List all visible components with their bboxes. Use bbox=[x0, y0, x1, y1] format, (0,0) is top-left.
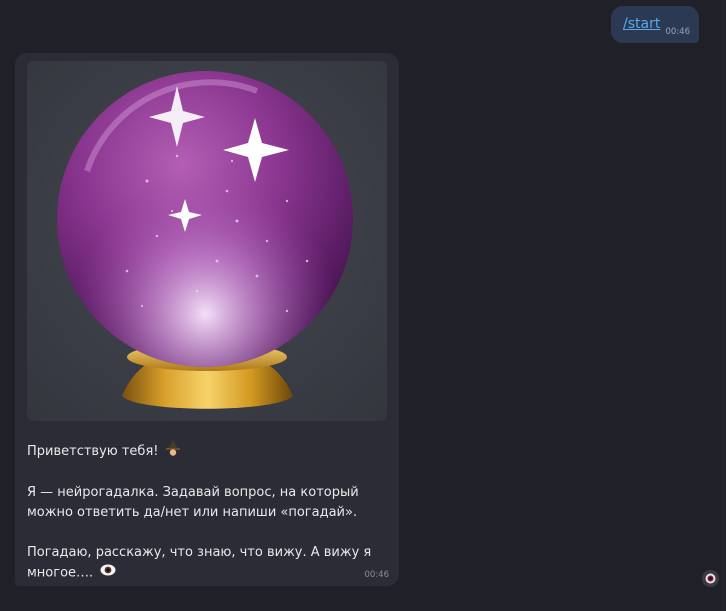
intro-line-1: Я — нейрогадалка. Задавай вопрос, на кот… bbox=[27, 485, 359, 500]
eye-reaction-icon[interactable] bbox=[702, 570, 719, 587]
witch-icon bbox=[165, 440, 180, 463]
intro-line-4: многое…. bbox=[27, 565, 94, 581]
intro-line-3: Погадаю, расскажу, что знаю, что вижу. А… bbox=[27, 545, 372, 560]
crystal-ball-illustration bbox=[57, 71, 353, 409]
chat-view: /start 00:46 Приветствую тебя! Я — нейро… bbox=[0, 0, 726, 611]
message-text: Приветствую тебя! Я — нейрогадалка. Зада… bbox=[27, 440, 377, 584]
message-time: 00:46 bbox=[665, 27, 691, 37]
eye-icon bbox=[100, 563, 116, 583]
start-command-link[interactable]: /start bbox=[623, 16, 660, 32]
outgoing-message[interactable]: /start 00:46 bbox=[611, 6, 699, 43]
message-time: 00:46 bbox=[364, 570, 390, 580]
scrollbar[interactable] bbox=[721, 0, 726, 611]
intro-line-2: можно ответить да/нет или напиши «погада… bbox=[27, 505, 358, 520]
greeting-text: Приветствую тебя! bbox=[27, 444, 159, 459]
incoming-message[interactable]: Приветствую тебя! Я — нейрогадалка. Зада… bbox=[15, 53, 399, 586]
crystal-ball-image[interactable] bbox=[27, 61, 387, 421]
